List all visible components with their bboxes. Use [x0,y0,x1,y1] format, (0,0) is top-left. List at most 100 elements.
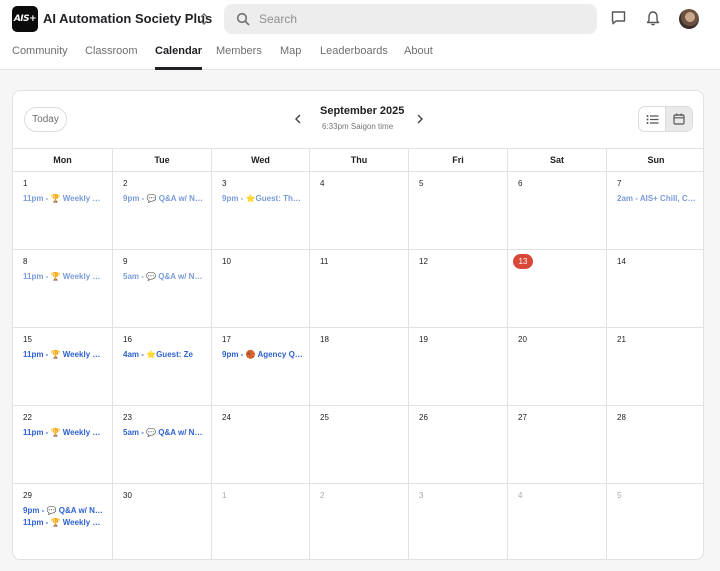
calendar-day-cell[interactable]: 8 11pm - 🏆 Weekly Community Call [13,250,112,328]
avatar[interactable] [679,9,699,29]
day-number: 25 [320,413,329,422]
app-logo[interactable]: AIS+ [12,6,38,32]
calendar-day-cell[interactable]: 2 9pm - 💬 Q&A w/ Nate [112,172,211,250]
tab-calendar[interactable]: Calendar [155,44,203,70]
calendar-day-cell[interactable]: 28 [606,406,703,484]
day-number: 30 [123,491,132,500]
bell-icon[interactable] [644,9,662,27]
calendar-day-cell[interactable]: 6 [507,172,606,250]
calendar-day-cell[interactable]: 17 9pm - 🏀 Agency Q&A [211,328,309,406]
day-number: 22 [23,413,32,422]
tab-about[interactable]: About [404,44,433,70]
list-view-button[interactable] [639,107,665,131]
day-number: 10 [222,257,231,266]
calendar-event[interactable]: 4am - ⭐Guest: Ze [123,349,205,361]
calendar-event[interactable]: 2am - AIS+ Chill, Chat [617,193,699,205]
tab-map[interactable]: Map [280,44,301,70]
calendar-day-cell[interactable]: 30 [112,484,211,559]
calendar-day-cell[interactable]: 14 [606,250,703,328]
calendar-day-cell[interactable]: 26 [408,406,507,484]
list-view-icon [646,114,659,124]
calendar-day-cell[interactable]: 2 [309,484,408,559]
day-number: 3 [222,179,227,188]
calendar-day-cell[interactable]: 23 5am - 💬 Q&A w/ Nate [112,406,211,484]
calendar-day-cell[interactable]: 24 [211,406,309,484]
calendar-day-cell[interactable]: 11 [309,250,408,328]
day-number: 9 [123,257,128,266]
tab-members[interactable]: Members [216,44,262,70]
calendar-day-cell[interactable]: 4 [507,484,606,559]
day-number: 26 [419,413,428,422]
calendar-event[interactable]: 9pm - ⭐Guest: The Speaker [222,193,303,205]
next-month-button[interactable] [412,111,428,127]
calendar-event[interactable]: 9pm - 💬 Q&A w/ Nate [123,193,205,205]
event-list: 11pm - 🏆 Weekly Community Call [23,349,106,361]
event-list: 5am - 💬 Q&A w/ Nate [123,427,205,439]
calendar-day-cell[interactable]: 29 9pm - 💬 Q&A w/ Nate11pm - 🏆 Weekly Com… [13,484,112,559]
search-icon [236,12,250,26]
calendar-day-cell[interactable]: 10 [211,250,309,328]
day-number: 15 [23,335,32,344]
weekday-header: Sat [507,149,606,172]
app-title[interactable]: AI Automation Society Plus [43,11,212,26]
calendar-day-cell[interactable]: 12 [408,250,507,328]
calendar-event[interactable]: 11pm - 🏆 Weekly Community Call [23,193,106,205]
weekday-header: Fri [408,149,507,172]
calendar-day-cell[interactable]: 1 [211,484,309,559]
today-date-badge: 13 [513,254,533,269]
calendar-event[interactable]: 5am - 💬 Q&A w/ Nate [123,271,205,283]
calendar-day-cell[interactable]: 16 4am - ⭐Guest: Ze [112,328,211,406]
day-number: 27 [518,413,527,422]
calendar-event[interactable]: 9pm - 💬 Q&A w/ Nate [23,505,106,517]
day-number: 18 [320,335,329,344]
calendar-day-cell[interactable]: 13 [507,250,606,328]
calendar-day-cell[interactable]: 5 [606,484,703,559]
calendar-day-cell[interactable]: 19 [408,328,507,406]
calendar-day-cell[interactable]: 7 2am - AIS+ Chill, Chat [606,172,703,250]
prev-month-button[interactable] [290,111,306,127]
calendar-day-cell[interactable]: 9 5am - 💬 Q&A w/ Nate [112,250,211,328]
calendar-event[interactable]: 11pm - 🏆 Weekly Community Call [23,427,106,439]
day-number: 28 [617,413,626,422]
calendar-day-cell[interactable]: 22 11pm - 🏆 Weekly Community Call [13,406,112,484]
timezone-label: 6:33pm Saigon time [322,122,394,131]
top-header: AIS+ AI Automation Society Plus Communit… [0,0,720,70]
calendar-day-cell[interactable]: 3 9pm - ⭐Guest: The Speaker [211,172,309,250]
calendar-day-cell[interactable]: 3 [408,484,507,559]
calendar-event[interactable]: 9pm - 🏀 Agency Q&A [222,349,303,361]
event-list: 5am - 💬 Q&A w/ Nate [123,271,205,283]
tab-leaderboards[interactable]: Leaderboards [320,44,388,70]
chevron-right-icon [417,114,423,124]
event-list: 9pm - 💬 Q&A w/ Nate11pm - 🏆 Weekly Commu… [23,505,106,529]
calendar-event[interactable]: 11pm - 🏆 Weekly Community Call [23,349,106,361]
chevron-left-icon [295,114,301,124]
nav-tabs: Community Classroom Calendar Members Map… [0,44,720,70]
calendar-day-cell[interactable]: 25 [309,406,408,484]
calendar-day-cell[interactable]: 4 [309,172,408,250]
calendar-day-cell[interactable]: 5 [408,172,507,250]
search-input[interactable] [259,4,589,34]
calendar-event[interactable]: 11pm - 🏆 Weekly Community Call [23,517,106,529]
chevron-up-down-icon[interactable] [196,8,212,30]
month-title: September 2025 [320,105,405,117]
calendar-day-cell[interactable]: 18 [309,328,408,406]
calendar-card: Today September 2025 6:33pm Saigon time … [12,90,704,560]
event-list: 9pm - ⭐Guest: The Speaker [222,193,303,205]
day-number: 20 [518,335,527,344]
day-number: 12 [419,257,428,266]
chat-icon[interactable] [609,9,627,27]
search-bar [224,4,597,34]
tab-classroom[interactable]: Classroom [85,44,138,70]
calendar-view-button[interactable] [665,107,692,131]
today-button[interactable]: Today [24,107,67,132]
calendar-event[interactable]: 5am - 💬 Q&A w/ Nate [123,427,205,439]
calendar-day-cell[interactable]: 15 11pm - 🏆 Weekly Community Call [13,328,112,406]
event-list: 2am - AIS+ Chill, Chat [617,193,699,205]
calendar-event[interactable]: 11pm - 🏆 Weekly Community Call [23,271,106,283]
calendar-day-cell[interactable]: 20 [507,328,606,406]
calendar-day-cell[interactable]: 21 [606,328,703,406]
calendar-day-cell[interactable]: 27 [507,406,606,484]
tab-community[interactable]: Community [12,44,68,70]
calendar-day-cell[interactable]: 1 11pm - 🏆 Weekly Community Call [13,172,112,250]
event-list: 11pm - 🏆 Weekly Community Call [23,271,106,283]
